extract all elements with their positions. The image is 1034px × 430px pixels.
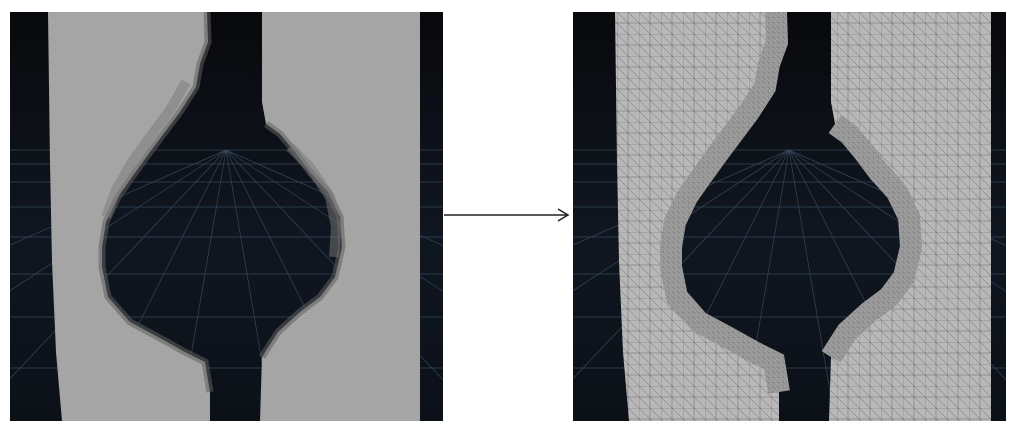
viewport-adaptive-mesh[interactable] xyxy=(573,12,1006,421)
arrow-right-icon xyxy=(444,208,570,222)
viewport-dense-mesh[interactable] xyxy=(10,12,443,421)
viewport-dense-mesh-canvas xyxy=(10,12,443,421)
viewport-adaptive-mesh-canvas xyxy=(573,12,1006,421)
